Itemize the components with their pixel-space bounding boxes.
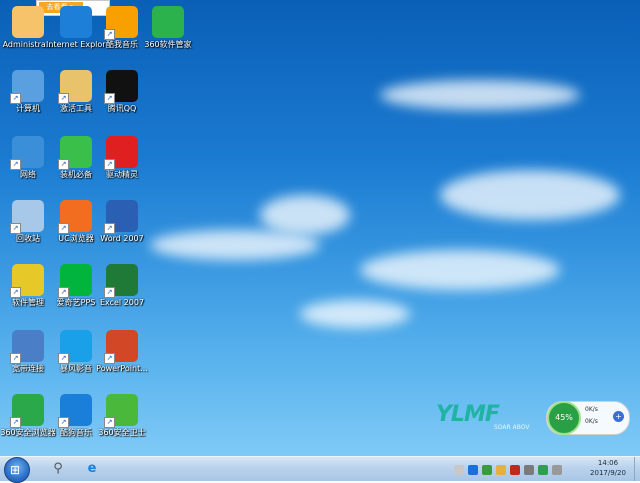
clock-time: 14:06 (597, 459, 619, 467)
shopping-bag-icon: ↗ (58, 136, 92, 170)
computer-icon: ↗ (10, 70, 44, 104)
show-desktop-button[interactable] (634, 457, 640, 481)
kugou-icon: ↗ (58, 394, 92, 428)
shortcut-arrow-icon: ↗ (58, 93, 69, 104)
tray-icon[interactable] (454, 465, 464, 475)
desktop-icon-label: PowerPoint... (96, 364, 148, 373)
desktop-icon-label: 360安全卫士 (98, 428, 146, 437)
desktop-icon[interactable]: ↗ PowerPoint... (92, 328, 152, 390)
shortcut-arrow-icon: ↗ (58, 417, 69, 428)
desktop-icon[interactable]: 360软件管家 (138, 4, 198, 66)
uc-browser-icon: ↗ (58, 200, 92, 234)
shortcut-arrow-icon: ↗ (104, 353, 115, 364)
clock-date: 2017/9/20 (590, 469, 626, 477)
shortcut-arrow-icon: ↗ (104, 287, 115, 298)
tray-icon[interactable] (510, 465, 520, 475)
shortcut-arrow-icon: ↗ (10, 159, 21, 170)
cloud (150, 230, 320, 260)
recycle-bin-icon: ↗ (10, 200, 44, 234)
download-speed: 0K/s (585, 418, 598, 425)
windows-logo-icon: ⊞ (10, 463, 21, 477)
cloud (380, 80, 580, 110)
desktop-icon-label: 腾讯QQ (107, 104, 137, 113)
desktop-icon[interactable]: ↗ Word 2007 (92, 198, 152, 260)
iqiyi-icon: ↗ (58, 264, 92, 298)
start-button[interactable]: ⊞ (4, 457, 30, 483)
upload-speed: 0K/s (585, 406, 598, 413)
tray-icon[interactable] (524, 465, 534, 475)
desktop-icon[interactable]: ↗ 驱动精灵 (92, 134, 152, 196)
shortcut-arrow-icon: ↗ (58, 287, 69, 298)
activation-tool-icon: ↗ (58, 70, 92, 104)
music-icon: ↗ (104, 6, 138, 40)
brand-logo: YLMF SOAR ABOV (436, 402, 548, 438)
tray-icon[interactable] (552, 465, 562, 475)
desktop-icon-label: Word 2007 (100, 234, 144, 243)
shortcut-arrow-icon: ↗ (10, 93, 21, 104)
desktop-icon[interactable]: ↗ 360安全卫士 (92, 392, 152, 454)
taskbar: ⊞ ⚲ e 14:06 2017/9/20 (0, 456, 640, 483)
ie-icon (60, 6, 92, 38)
shortcut-arrow-icon: ↗ (104, 159, 115, 170)
shortcut-arrow-icon: ↗ (104, 29, 115, 40)
software-icon: ↗ (10, 264, 44, 298)
word-icon: ↗ (104, 200, 138, 234)
brand-logo-text: YLMF (436, 402, 500, 427)
shortcut-arrow-icon: ↗ (104, 93, 115, 104)
shortcut-arrow-icon: ↗ (10, 353, 21, 364)
speed-percent: 45% (547, 401, 581, 435)
tray-icon[interactable] (496, 465, 506, 475)
tray-icon[interactable] (482, 465, 492, 475)
cloud (360, 250, 560, 290)
shortcut-arrow-icon: ↗ (10, 417, 21, 428)
clock[interactable]: 14:06 2017/9/20 (584, 458, 632, 478)
search-icon[interactable]: ⚲ (48, 459, 68, 479)
cloud (260, 195, 350, 235)
broadband-icon: ↗ (10, 330, 44, 364)
driver-tool-icon: ↗ (104, 136, 138, 170)
shortcut-arrow-icon: ↗ (104, 417, 115, 428)
desktop-icon-label: Excel 2007 (99, 298, 145, 307)
powerpoint-icon: ↗ (104, 330, 138, 364)
tray-icon[interactable] (468, 465, 478, 475)
desktop-icon[interactable]: ↗ Excel 2007 (92, 262, 152, 324)
cloud (440, 170, 620, 220)
user-folder-icon (12, 6, 44, 38)
ie-icon[interactable]: e (82, 459, 102, 479)
360-browser-icon: ↗ (10, 394, 44, 428)
excel-icon: ↗ (104, 264, 138, 298)
speed-plus-button[interactable]: + (613, 411, 624, 422)
network-icon: ↗ (10, 136, 44, 170)
system-tray (452, 460, 582, 478)
qq-penguin-icon: ↗ (104, 70, 138, 104)
shortcut-arrow-icon: ↗ (58, 353, 69, 364)
desktop-icon-label: 360软件管家 (144, 40, 192, 49)
desktop: 去看看 > Administra...Internet Explorer↗酷我音… (0, 0, 640, 456)
desktop-icon[interactable]: ↗ 腾讯QQ (92, 68, 152, 130)
shortcut-arrow-icon: ↗ (104, 223, 115, 234)
shortcut-arrow-icon: ↗ (58, 223, 69, 234)
cloud (300, 300, 410, 328)
network-speed-widget[interactable]: 45% 0K/s 0K/s + (546, 401, 630, 435)
desktop-icon-label: 驱动精灵 (106, 170, 138, 179)
shortcut-arrow-icon: ↗ (10, 287, 21, 298)
shortcut-arrow-icon: ↗ (58, 159, 69, 170)
brand-tagline: SOAR ABOV (494, 424, 530, 431)
shortcut-arrow-icon: ↗ (10, 223, 21, 234)
tray-icon[interactable] (538, 465, 548, 475)
360-manager-icon (152, 6, 184, 38)
360-guard-icon: ↗ (104, 394, 138, 428)
video-player-icon: ↗ (58, 330, 92, 364)
